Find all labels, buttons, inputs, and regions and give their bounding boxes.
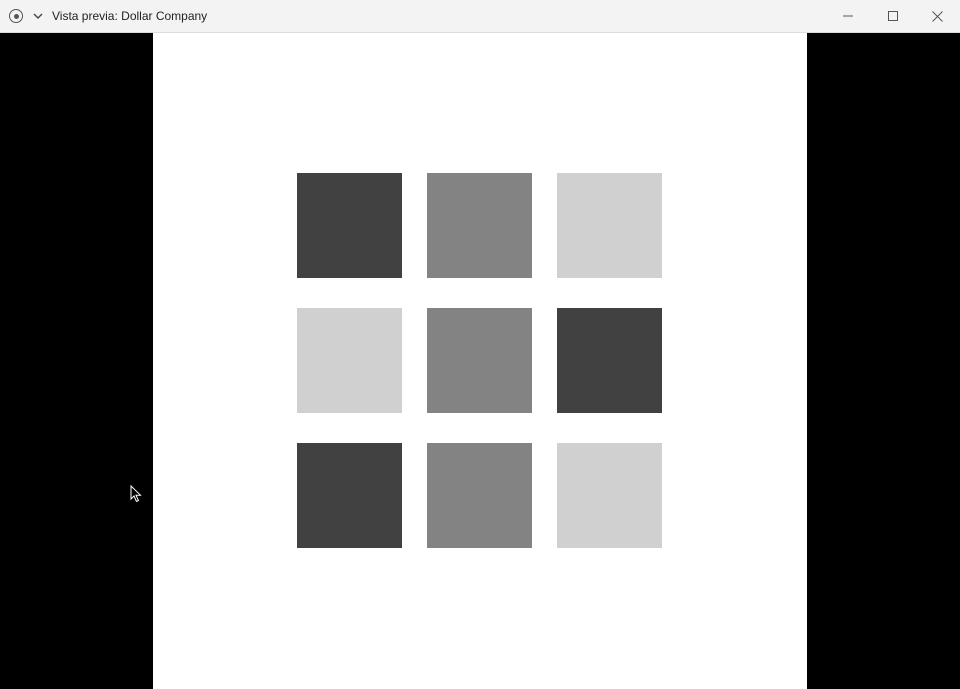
preview-tile bbox=[557, 308, 662, 413]
record-icon[interactable] bbox=[9, 9, 23, 23]
preview-tile bbox=[297, 173, 402, 278]
mouse-cursor-icon bbox=[130, 485, 142, 503]
tile-grid bbox=[297, 173, 662, 548]
preview-tile bbox=[557, 443, 662, 548]
close-icon bbox=[932, 10, 943, 22]
preview-tile bbox=[427, 308, 532, 413]
window-title: Vista previa: Dollar Company bbox=[52, 9, 208, 23]
preview-surround-right bbox=[807, 33, 960, 689]
maximize-button[interactable] bbox=[870, 0, 915, 32]
preview-tile bbox=[557, 173, 662, 278]
preview-surround-left bbox=[0, 33, 153, 689]
preview-tile bbox=[427, 443, 532, 548]
close-button[interactable] bbox=[915, 0, 960, 32]
preview-tile bbox=[297, 308, 402, 413]
preview-tile bbox=[297, 443, 402, 548]
minimize-button[interactable] bbox=[825, 0, 870, 32]
chevron-down-icon[interactable] bbox=[32, 10, 44, 22]
preview-tile bbox=[427, 173, 532, 278]
preview-page bbox=[153, 33, 807, 689]
maximize-icon bbox=[887, 11, 898, 21]
minimize-icon bbox=[842, 15, 853, 17]
title-bar[interactable]: Vista previa: Dollar Company bbox=[0, 0, 960, 33]
preview-window: Vista previa: Dollar Company bbox=[0, 0, 960, 689]
